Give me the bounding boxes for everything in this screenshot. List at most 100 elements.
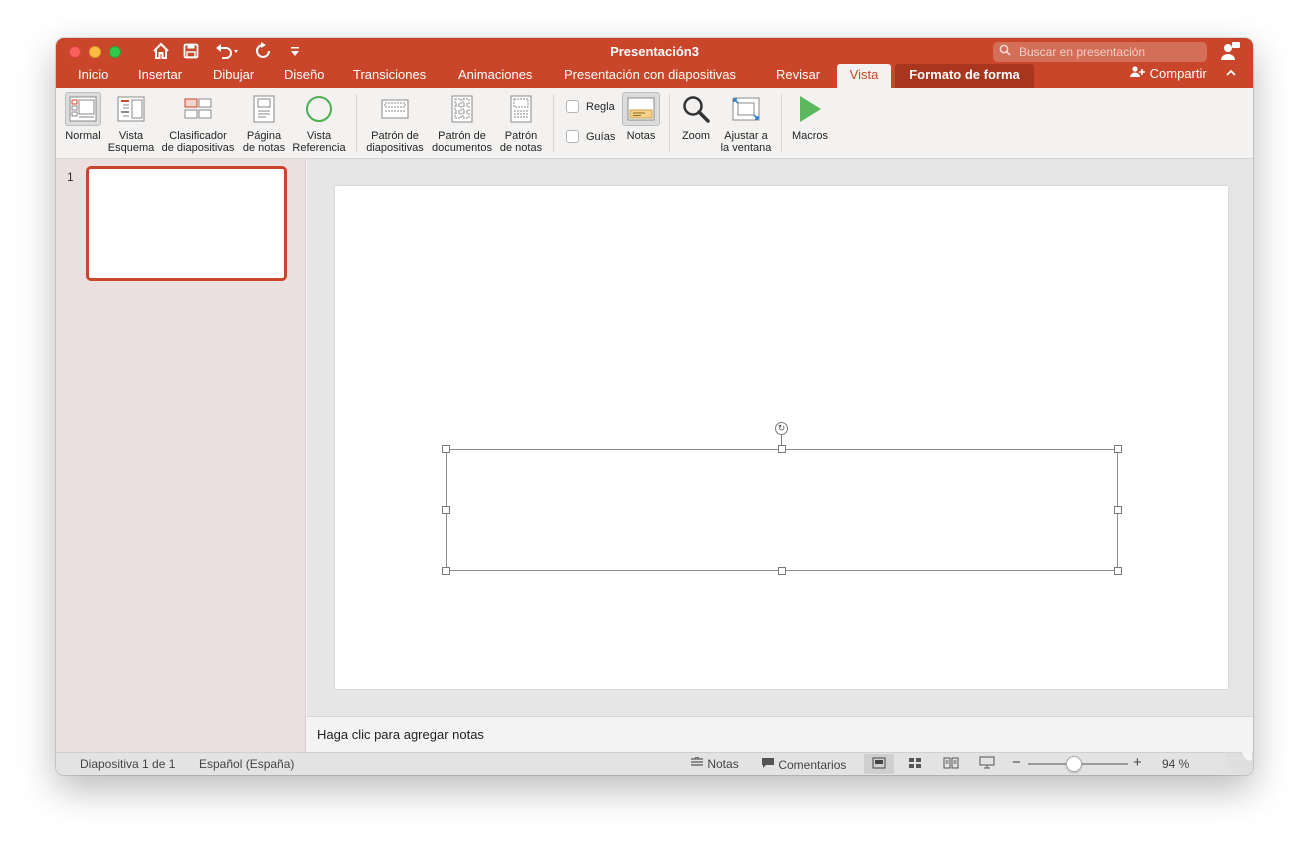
notes-master-button[interactable]: Patrón de notas	[497, 92, 545, 154]
tab-dibujar[interactable]: Dibujar	[205, 64, 262, 88]
notes-toggle-button[interactable]: Notas	[622, 92, 660, 142]
tab-transiciones[interactable]: Transiciones	[345, 64, 434, 88]
macros-button[interactable]: Macros	[788, 92, 832, 142]
resize-handle[interactable]	[778, 567, 786, 575]
macros-label: Macros	[791, 130, 829, 142]
outline-view-button[interactable]: Vista Esquema	[106, 92, 156, 154]
slide-canvas[interactable]: ↻	[335, 186, 1228, 689]
status-bar: Diapositiva 1 de 1 Español (España) Nota…	[56, 752, 1253, 775]
notes-toggle-label: Notas	[626, 130, 656, 142]
ribbon-separator	[356, 94, 357, 152]
reading-view-button[interactable]: Vista Referencia	[290, 92, 348, 154]
reading-view-icon	[290, 92, 348, 126]
tab-vista[interactable]: Vista	[837, 64, 891, 88]
resize-handle[interactable]	[442, 445, 450, 453]
slide-number: 1	[67, 170, 74, 184]
notes-pane-icon	[622, 92, 660, 126]
notes-pane[interactable]: Haga clic para agregar notas	[307, 716, 1253, 752]
notes-status-label: Notas	[707, 757, 739, 771]
text-box[interactable]	[446, 449, 1118, 571]
normal-view-label: Normal	[65, 130, 101, 142]
resize-handle[interactable]	[1114, 506, 1122, 514]
site-watermark-logo	[1220, 730, 1253, 775]
fit-label-1: Ajustar a	[724, 130, 768, 142]
rotate-handle-icon[interactable]: ↻	[775, 422, 788, 435]
ribbon-separator	[781, 94, 782, 152]
zoom-out-icon[interactable]: −	[1012, 754, 1021, 771]
notes-placeholder: Haga clic para agregar notas	[317, 727, 484, 742]
zoom-in-icon[interactable]: +	[1133, 754, 1142, 771]
tab-inicio[interactable]: Inicio	[70, 64, 116, 88]
handout-master-button[interactable]: Patrón de documentos	[429, 92, 495, 154]
normal-view-status-button[interactable]	[864, 754, 894, 774]
tab-formato-de-forma[interactable]: Formato de forma	[895, 64, 1034, 88]
ruler-checkbox[interactable]: Regla	[566, 100, 615, 113]
collapse-ribbon-icon[interactable]	[1225, 66, 1237, 81]
fit-to-window-icon	[716, 92, 776, 126]
book-icon	[943, 757, 959, 772]
normal-view-button[interactable]: Normal	[63, 92, 103, 142]
comments-status-label: Comentarios	[778, 758, 847, 772]
zoom-percentage[interactable]: 94 %	[1162, 757, 1189, 771]
ribbon-separator	[669, 94, 670, 152]
add-person-icon	[1130, 66, 1150, 81]
notes-status-icon	[690, 756, 707, 771]
tab-revisar[interactable]: Revisar	[768, 64, 828, 88]
reading-view-status-button[interactable]	[936, 754, 966, 774]
play-macro-icon	[788, 92, 832, 126]
search-box[interactable]	[993, 42, 1207, 62]
guides-checkbox-box[interactable]	[566, 130, 579, 143]
reading-view-label-2: Referencia	[292, 142, 346, 154]
slide-editor: ↻	[307, 159, 1253, 716]
notes-master-icon	[497, 92, 545, 126]
profile-feedback-icon[interactable]	[1221, 41, 1241, 61]
resize-handle[interactable]	[1114, 567, 1122, 575]
ruler-label: Regla	[586, 100, 615, 113]
slideshow-status-button[interactable]	[972, 754, 1002, 774]
comments-status-button[interactable]: Comentarios	[761, 757, 846, 772]
notes-status-button[interactable]: Notas	[690, 756, 739, 771]
outline-view-label-1: Vista	[118, 130, 144, 142]
slide-master-button[interactable]: Patrón de diapositivas	[363, 92, 427, 154]
resize-handle[interactable]	[442, 567, 450, 575]
guides-label: Guías	[586, 130, 616, 143]
tab-diseno[interactable]: Diseño	[276, 64, 332, 88]
fit-label-2: la ventana	[720, 142, 772, 154]
slide-thumbnail-pane: 1	[56, 159, 306, 752]
search-icon	[999, 44, 1011, 59]
reading-view-label-1: Vista	[306, 130, 332, 142]
handout-master-label-2: documentos	[432, 142, 492, 154]
tab-insertar[interactable]: Insertar	[130, 64, 190, 88]
notes-page-button[interactable]: Página de notas	[240, 92, 288, 154]
title-bar: Presentación3 Inicio Insertar Dibujar Di…	[56, 38, 1253, 88]
normal-view-icon	[65, 92, 101, 126]
language-indicator[interactable]: Español (España)	[199, 757, 294, 771]
zoom-slider-knob[interactable]	[1066, 756, 1082, 772]
search-input[interactable]	[1019, 44, 1199, 60]
tab-animaciones[interactable]: Animaciones	[450, 64, 540, 88]
resize-handle[interactable]	[1114, 445, 1122, 453]
comment-icon	[761, 758, 778, 772]
slide-sorter-status-button[interactable]	[900, 754, 930, 774]
fit-to-window-button[interactable]: Ajustar a la ventana	[716, 92, 776, 154]
share-button[interactable]: Compartir	[1130, 66, 1207, 81]
ribbon-tabs: Inicio Insertar Dibujar Diseño Transicio…	[56, 64, 1253, 88]
resize-handle[interactable]	[442, 506, 450, 514]
notes-page-icon	[240, 92, 288, 126]
slide-thumbnail[interactable]	[86, 166, 287, 281]
ruler-checkbox-box[interactable]	[566, 100, 579, 113]
presenter-screen-icon	[979, 756, 995, 772]
outline-view-label-2: Esquema	[107, 142, 155, 154]
tab-presentacion[interactable]: Presentación con diapositivas	[556, 64, 744, 88]
slide-sorter-button[interactable]: Clasificador de diapositivas	[158, 92, 238, 154]
slide-sorter-icon	[158, 92, 238, 126]
notes-master-label-1: Patrón	[504, 130, 538, 142]
handout-master-label-1: Patrón de	[438, 130, 486, 142]
slide-master-icon	[363, 92, 427, 126]
ribbon-vista: Normal Vista Esquema Clasificador de dia…	[56, 88, 1253, 159]
slide-master-label-2: diapositivas	[366, 142, 424, 154]
resize-handle[interactable]	[778, 445, 786, 453]
zoom-button[interactable]: Zoom	[676, 92, 716, 142]
guides-checkbox[interactable]: Guías	[566, 130, 615, 143]
share-label: Compartir	[1149, 66, 1207, 81]
